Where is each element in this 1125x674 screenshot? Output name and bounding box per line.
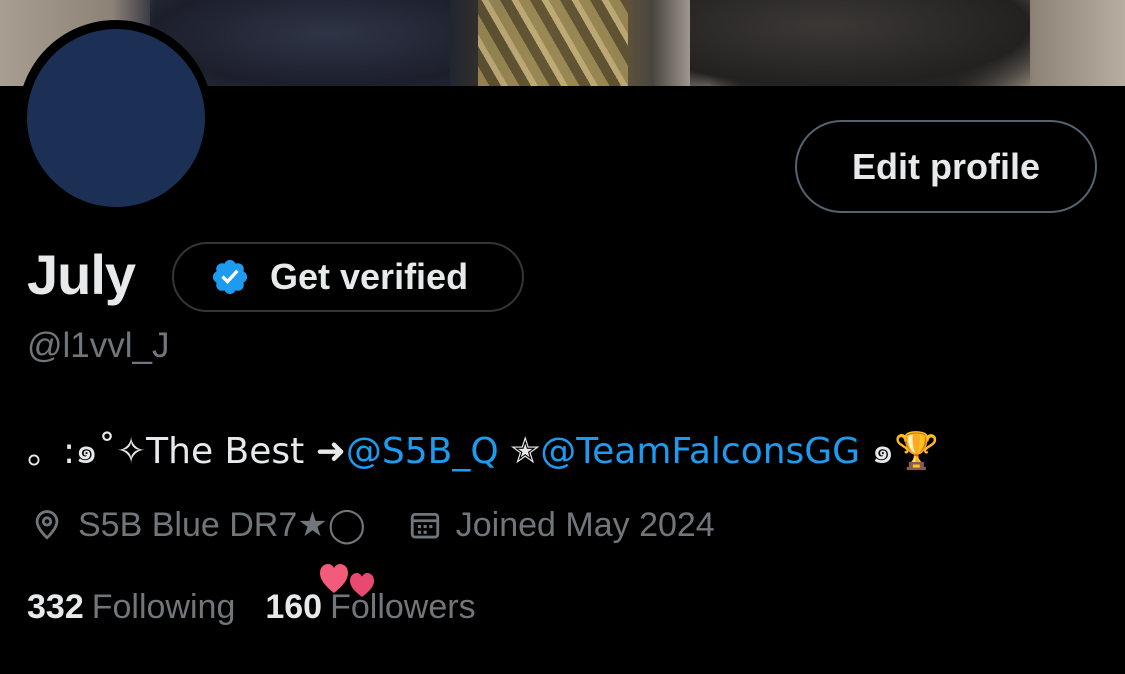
following-label: Following xyxy=(91,588,236,626)
banner-figure-right xyxy=(690,0,1030,86)
following-count: 332 xyxy=(27,588,84,626)
banner-trophy xyxy=(478,0,628,86)
profile-bio: 。:๑˚✧The Best ➜@S5B_Q ✭@TeamFalconsGG ๑🏆 xyxy=(27,422,939,479)
followers-link[interactable]: 160 Followers xyxy=(265,588,475,627)
bio-mention-teamfalcons[interactable]: @TeamFalconsGG xyxy=(540,431,860,472)
bio-separator: ✭ xyxy=(498,431,541,472)
bio-suffix: ๑ xyxy=(860,431,895,472)
joined-date: Joined May 2024 xyxy=(455,505,715,544)
following-link[interactable]: 332 Following xyxy=(27,588,235,627)
profile-meta: S5B Blue DR7★◯ Joined May 2024 xyxy=(30,500,715,550)
followers-label: Followers xyxy=(330,588,476,626)
location-item: S5B Blue DR7★◯ xyxy=(30,505,366,545)
bio-mention-s5b[interactable]: @S5B_Q xyxy=(346,431,499,472)
follow-stats: 332 Following 160 Followers xyxy=(27,588,476,627)
trophy-emoji: 🏆 xyxy=(894,431,940,472)
display-name: July xyxy=(27,243,136,306)
calendar-icon xyxy=(410,512,439,539)
bio-text: 。:๑˚✧The Best ➜ xyxy=(27,431,346,472)
edit-profile-button[interactable]: Edit profile xyxy=(795,120,1097,213)
username-handle: @l1vvl_J xyxy=(27,326,170,365)
followers-count: 160 xyxy=(265,588,323,626)
verified-badge-icon xyxy=(212,259,248,295)
avatar[interactable] xyxy=(27,29,205,207)
joined-item: Joined May 2024 xyxy=(408,506,715,545)
location-pin-icon xyxy=(35,510,59,540)
location-text: S5B Blue DR7★◯ xyxy=(78,506,366,544)
get-verified-button[interactable]: Get verified xyxy=(172,242,524,312)
get-verified-label: Get verified xyxy=(270,256,469,297)
